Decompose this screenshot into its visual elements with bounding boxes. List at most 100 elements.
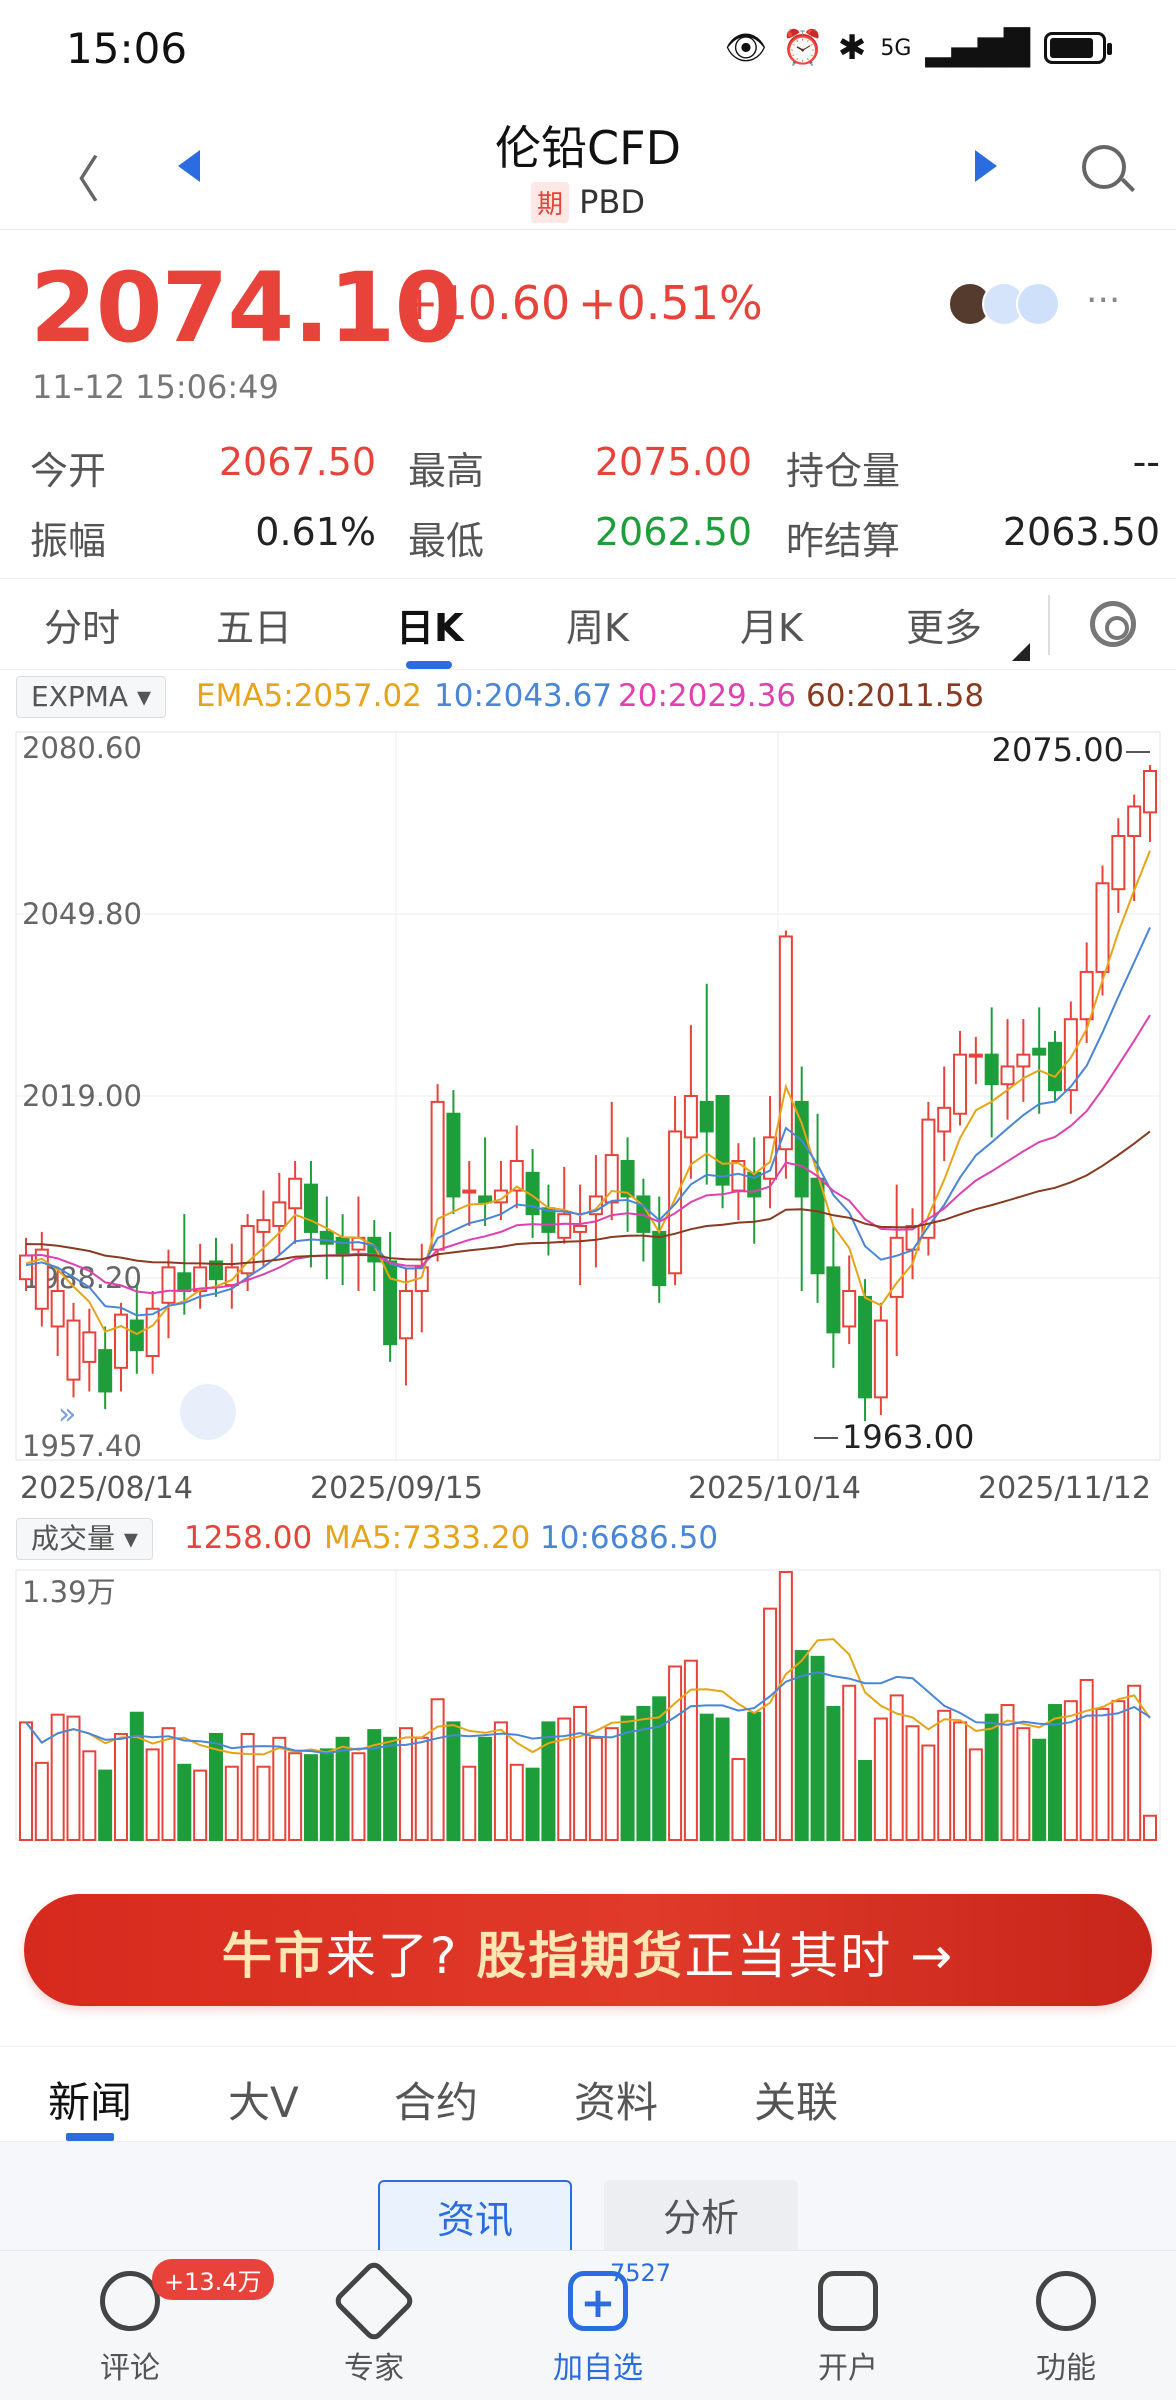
comment-count-badge: +13.4万 bbox=[152, 2259, 274, 2300]
chart-settings-icon[interactable] bbox=[1090, 601, 1136, 647]
candle-body bbox=[810, 1177, 825, 1275]
candle-body bbox=[1143, 770, 1157, 814]
volume-bar bbox=[873, 1717, 888, 1842]
tab-intraday[interactable]: 分时 bbox=[44, 597, 120, 652]
volume-ma10-line bbox=[25, 1671, 1151, 1755]
candlestick-chart[interactable]: 2080.602049.802019.001988.201957.402075.… bbox=[0, 728, 1176, 1516]
subtab-analysis[interactable]: 分析 bbox=[604, 2180, 798, 2260]
candle-body bbox=[288, 1177, 303, 1210]
candle-body bbox=[1127, 805, 1142, 837]
nav-functions[interactable]: 功能 bbox=[966, 2251, 1166, 2387]
indicator-dropdown[interactable]: EXPMA ▾ bbox=[16, 676, 167, 718]
candle-body bbox=[715, 1095, 730, 1186]
volume-bar bbox=[113, 1732, 128, 1841]
watchers-avatars[interactable] bbox=[948, 282, 1060, 326]
diamond-icon bbox=[331, 2258, 417, 2344]
more-dropdown-icon bbox=[1012, 643, 1030, 661]
avatar bbox=[1016, 282, 1060, 326]
candle-body bbox=[873, 1319, 888, 1399]
candle-body bbox=[82, 1331, 97, 1363]
volume-bar bbox=[177, 1763, 192, 1841]
price-change-pct: +0.51% bbox=[578, 276, 763, 330]
volume-bar bbox=[1143, 1814, 1157, 1842]
volume-bar bbox=[826, 1705, 841, 1841]
tab-profile[interactable]: 资料 bbox=[574, 2069, 658, 2130]
settle-label: 昨结算 bbox=[786, 519, 901, 563]
tab-five-day[interactable]: 五日 bbox=[216, 597, 292, 652]
tab-more[interactable]: 更多 bbox=[906, 597, 982, 652]
volume-bar bbox=[794, 1650, 809, 1842]
volume-bar bbox=[303, 1754, 318, 1841]
max-price-label: 2075.00 bbox=[992, 731, 1124, 769]
volume-bar bbox=[509, 1763, 524, 1841]
menu-icon bbox=[1036, 2271, 1096, 2331]
chart-plus-icon bbox=[818, 2271, 878, 2331]
tab-monthly-k[interactable]: 月K bbox=[740, 597, 803, 652]
high-label: 最高 bbox=[408, 449, 485, 493]
volume-chart[interactable]: 1.39万 bbox=[0, 1566, 1176, 1846]
next-instrument-icon[interactable] bbox=[975, 150, 997, 182]
subtab-info[interactable]: 资讯 bbox=[378, 2180, 572, 2260]
volume-bar bbox=[905, 1725, 920, 1841]
bottom-nav: 评论 +13.4万 专家 + 加自选 7527 开户 功能 bbox=[0, 2250, 1176, 2400]
volume-bar bbox=[462, 1765, 477, 1841]
expand-icon bbox=[180, 1384, 236, 1440]
volume-bar bbox=[937, 1709, 952, 1841]
tab-daily-k[interactable]: 日K bbox=[396, 597, 463, 652]
volume-bar bbox=[573, 1705, 588, 1841]
candle-body bbox=[98, 1349, 113, 1393]
volume-max-label: 1.39万 bbox=[22, 1575, 116, 1609]
volume-bar bbox=[763, 1607, 778, 1842]
volume-bar bbox=[525, 1767, 540, 1841]
tab-indicator bbox=[406, 661, 452, 669]
tab-bigv[interactable]: 大V bbox=[228, 2069, 299, 2130]
tab-contract[interactable]: 合约 bbox=[394, 2069, 478, 2130]
y-tick-label: 2019.00 bbox=[22, 1079, 142, 1113]
promo-banner[interactable]: 牛市来了? 股指期货正当其时 → bbox=[24, 1894, 1152, 2006]
volume-bar bbox=[19, 1721, 33, 1841]
quote-stats: 今开 2067.50 最高 2075.00 持仓量 -- 振幅 0.61% 最低… bbox=[30, 440, 1160, 580]
volume-bar bbox=[588, 1736, 603, 1841]
candle-body bbox=[668, 1130, 683, 1275]
volume-bar bbox=[1032, 1738, 1047, 1842]
nav-open-account[interactable]: 开户 bbox=[748, 2251, 948, 2387]
volume-bar bbox=[1016, 1727, 1031, 1842]
candle-body bbox=[161, 1266, 176, 1304]
open-value: 2067.50 bbox=[218, 440, 376, 484]
status-time: 15:06 bbox=[66, 24, 188, 73]
candle-body bbox=[620, 1160, 635, 1198]
price-change: +10.60 bbox=[400, 276, 571, 330]
volume-bar bbox=[842, 1684, 857, 1841]
volume-bar bbox=[161, 1727, 176, 1842]
candle-body bbox=[1016, 1053, 1031, 1068]
volume-bar bbox=[335, 1736, 350, 1841]
candle-body bbox=[826, 1266, 841, 1334]
more-icon[interactable]: ··· bbox=[1086, 280, 1120, 321]
amplitude-value: 0.61% bbox=[255, 510, 376, 554]
volume-bar bbox=[699, 1713, 714, 1841]
candle-body bbox=[1111, 835, 1126, 891]
tab-weekly-k[interactable]: 周K bbox=[566, 597, 629, 652]
candle-body bbox=[145, 1307, 160, 1358]
tab-related[interactable]: 关联 bbox=[754, 2069, 838, 2130]
candle-body bbox=[937, 1106, 952, 1133]
candle-body bbox=[478, 1195, 493, 1204]
scroll-left-icon: » bbox=[58, 1397, 76, 1432]
eye-icon: 👁 bbox=[724, 28, 768, 68]
candle-body bbox=[1048, 1041, 1063, 1092]
tab-news[interactable]: 新闻 bbox=[48, 2069, 132, 2130]
y-tick-label: 1957.40 bbox=[22, 1429, 142, 1463]
volume-bar bbox=[145, 1748, 160, 1842]
search-icon[interactable] bbox=[1082, 145, 1126, 189]
candle-body bbox=[113, 1313, 128, 1369]
bluetooth-icon: ✱ bbox=[837, 28, 867, 68]
volume-bar bbox=[1095, 1707, 1110, 1841]
y-tick-label: 2080.60 bbox=[22, 731, 142, 765]
volume-dropdown[interactable]: 成交量 ▾ bbox=[16, 1518, 153, 1560]
candle-body bbox=[430, 1100, 445, 1251]
candle-body bbox=[256, 1219, 271, 1233]
indicator-legend: EXPMA ▾ EMA5:2057.02 10:2043.67 20:2029.… bbox=[0, 674, 1176, 720]
nav-experts[interactable]: 专家 bbox=[274, 2251, 474, 2387]
quote-timestamp: 11-12 15:06:49 bbox=[32, 368, 279, 406]
volume-legend: 成交量 ▾ 1258.00 MA5:7333.20 10:6686.50 bbox=[0, 1516, 1176, 1562]
